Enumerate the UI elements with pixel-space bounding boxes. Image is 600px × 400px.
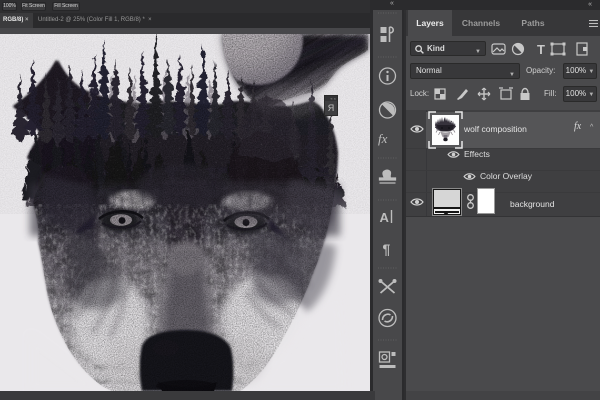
- svg-text:A: A: [380, 210, 390, 225]
- svg-text:fx: fx: [378, 131, 388, 146]
- svg-text:¶: ¶: [383, 241, 391, 257]
- svg-text:T: T: [537, 42, 545, 57]
